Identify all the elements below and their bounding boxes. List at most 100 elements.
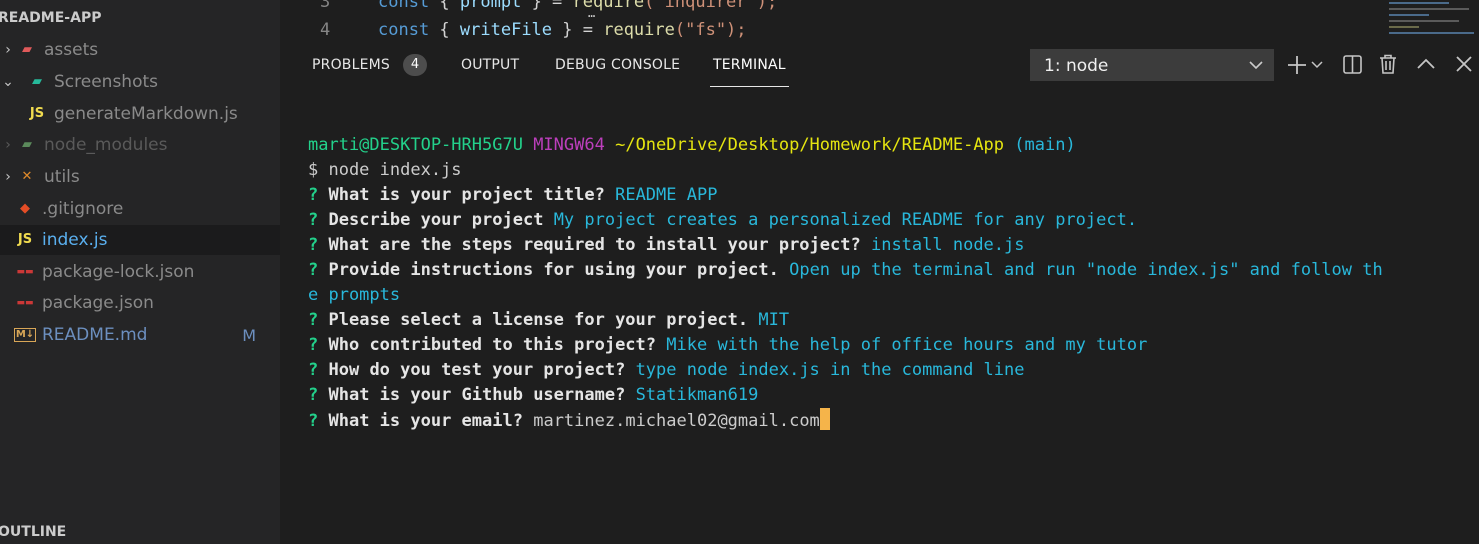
tree-item-package-json[interactable]: ▬▬ package.json bbox=[0, 288, 280, 318]
npm-icon: ▬▬ bbox=[16, 298, 34, 308]
tree-item-package-lock[interactable]: ▬▬ package-lock.json bbox=[0, 257, 280, 287]
terminal-command: $ node index.js bbox=[308, 160, 462, 180]
trash-icon[interactable] bbox=[1377, 53, 1399, 75]
explorer-title: README-APP bbox=[0, 10, 102, 26]
question-mark-icon: ? bbox=[308, 185, 319, 205]
tree-item-index-js[interactable]: JS index.js bbox=[0, 225, 280, 255]
identifier: writeFile bbox=[459, 20, 553, 40]
add-terminal-icon[interactable] bbox=[1286, 54, 1308, 76]
question-mark-icon: ? bbox=[308, 310, 319, 330]
identifier: prompt bbox=[459, 0, 522, 12]
tab-output[interactable]: OUTPUT bbox=[461, 57, 519, 73]
tree-item-label: node_modules bbox=[44, 135, 168, 155]
terminal-prompt-line: marti@DESKTOP-HRH5G7U MINGW64 ~/OneDrive… bbox=[308, 133, 1473, 158]
answer-text: Mike with the help of office hours and m… bbox=[666, 335, 1148, 355]
tree-item-readme[interactable]: M↓ README.md M bbox=[0, 320, 280, 350]
string-literal: ("fs"); bbox=[674, 20, 747, 40]
current-input[interactable]: martinez.michael02@gmail.com bbox=[533, 411, 820, 431]
question-text: Describe your project bbox=[328, 210, 544, 230]
tree-item-gitignore[interactable]: ◆ .gitignore bbox=[0, 194, 280, 224]
chevron-right-icon: › bbox=[5, 42, 11, 58]
chevron-down-icon bbox=[1249, 61, 1263, 70]
tree-item-label: package-lock.json bbox=[42, 262, 195, 282]
tree-item-label: utils bbox=[44, 167, 80, 187]
tree-item-label: generateMarkdown.js bbox=[54, 104, 238, 124]
line-number: 3 bbox=[320, 0, 331, 12]
answer-text: Open up the terminal and run "node index… bbox=[789, 260, 1383, 280]
answer-text: install node.js bbox=[870, 235, 1025, 255]
answer-text: MIT bbox=[758, 310, 790, 330]
minimap[interactable] bbox=[1385, 0, 1479, 40]
chevron-down-icon: ⌄ bbox=[2, 74, 14, 90]
code-punct: { bbox=[429, 0, 460, 12]
tree-item-label: index.js bbox=[42, 230, 108, 250]
tree-item-label: .gitignore bbox=[42, 199, 124, 219]
outline-title[interactable]: OUTLINE bbox=[0, 524, 66, 540]
terminal-host: MINGW64 bbox=[533, 135, 605, 155]
tree-item-node-modules[interactable]: › ▰ node_modules bbox=[0, 130, 280, 160]
tree-item-generatemarkdown[interactable]: JS generateMarkdown.js bbox=[0, 99, 280, 129]
minimap-preview-icon bbox=[1389, 2, 1474, 34]
question-mark-icon: ? bbox=[308, 360, 319, 380]
close-icon[interactable] bbox=[1454, 54, 1474, 74]
code-punct: { bbox=[429, 20, 460, 40]
js-icon: JS bbox=[29, 106, 45, 121]
terminal-qa-line: ? What are the steps required to install… bbox=[308, 233, 1473, 258]
terminal-qa-line: ? What is your project title? README APP bbox=[308, 183, 1473, 208]
question-mark-icon: ? bbox=[308, 385, 319, 405]
tree-item-label: package.json bbox=[42, 293, 154, 313]
terminal-qa-line: ? Provide instructions for using your pr… bbox=[308, 258, 1473, 283]
folder-node-icon: ▰ bbox=[22, 137, 32, 152]
git-icon: ◆ bbox=[20, 201, 30, 216]
code-line: const { prompt } = require("inquirer"); bbox=[378, 0, 777, 12]
answer-text-continued: e prompts bbox=[308, 285, 401, 305]
function-name: require bbox=[572, 0, 645, 12]
terminal-wrap-line: e prompts bbox=[308, 283, 1473, 308]
tree-item-label: README.md bbox=[42, 325, 148, 345]
terminal-select-value: 1: node bbox=[1044, 56, 1109, 76]
question-text: What is your project title? bbox=[328, 185, 605, 205]
tab-problems[interactable]: PROBLEMS bbox=[312, 57, 390, 73]
terminal-qa-line: ? Who contributed to this project? Mike … bbox=[308, 333, 1473, 358]
code-editor[interactable]: 3 const { prompt } = require("inquirer")… bbox=[280, 0, 1380, 44]
tree-item-assets[interactable]: › ▰ assets bbox=[0, 35, 280, 65]
answer-text: Statikman619 bbox=[635, 385, 759, 405]
question-text: Provide instructions for using your proj… bbox=[328, 260, 779, 280]
function-name: require bbox=[603, 20, 675, 40]
tab-terminal[interactable]: TERMINAL bbox=[713, 57, 786, 73]
terminal-output[interactable]: marti@DESKTOP-HRH5G7U MINGW64 ~/OneDrive… bbox=[308, 133, 1473, 433]
question-mark-icon: ? bbox=[308, 411, 319, 431]
tree-item-label: assets bbox=[44, 40, 99, 60]
git-branch: (main) bbox=[1014, 135, 1076, 155]
tab-debug-console[interactable]: DEBUG CONSOLE bbox=[555, 57, 680, 73]
question-text: How do you test your project? bbox=[328, 360, 626, 380]
active-tab-indicator bbox=[710, 86, 789, 87]
js-icon: JS bbox=[17, 232, 33, 247]
split-terminal-icon[interactable] bbox=[1342, 54, 1364, 76]
chevron-up-icon[interactable] bbox=[1416, 56, 1436, 72]
keyword: const bbox=[378, 20, 430, 40]
terminal-cursor bbox=[819, 408, 830, 430]
answer-text: README APP bbox=[615, 185, 718, 205]
tree-item-label: Screenshots bbox=[54, 72, 159, 92]
question-mark-icon: ? bbox=[308, 260, 319, 280]
terminal-input-line[interactable]: ? What is your email? martinez.michael02… bbox=[308, 408, 1473, 433]
code-punct: } = bbox=[552, 20, 604, 40]
chevron-down-icon[interactable] bbox=[1311, 60, 1323, 70]
terminal-select[interactable]: 1: node bbox=[1030, 49, 1274, 81]
string-literal: ("inquirer"); bbox=[644, 0, 778, 12]
question-text: What are the steps required to install y… bbox=[328, 235, 861, 255]
question-mark-icon: ? bbox=[308, 335, 319, 355]
chevron-right-icon: › bbox=[5, 137, 11, 153]
problems-count-badge: 4 bbox=[403, 54, 427, 76]
npm-icon: ▬▬ bbox=[16, 267, 34, 277]
question-mark-icon: ? bbox=[308, 235, 319, 255]
folder-utils-icon: ✕ bbox=[21, 169, 33, 184]
modified-badge: M bbox=[242, 325, 256, 345]
tree-item-utils[interactable]: › ✕ utils bbox=[0, 162, 280, 192]
line-number: 4 bbox=[320, 20, 331, 40]
panel-tabbar: PROBLEMS 4 OUTPUT DEBUG CONSOLE TERMINAL… bbox=[280, 44, 1479, 90]
explorer-sidebar: README-APP › ▰ assets ⌄ ▰ Screenshots JS… bbox=[0, 0, 280, 544]
markdown-icon: M↓ bbox=[14, 328, 36, 342]
tree-item-screenshots[interactable]: ⌄ ▰ Screenshots bbox=[0, 67, 280, 97]
